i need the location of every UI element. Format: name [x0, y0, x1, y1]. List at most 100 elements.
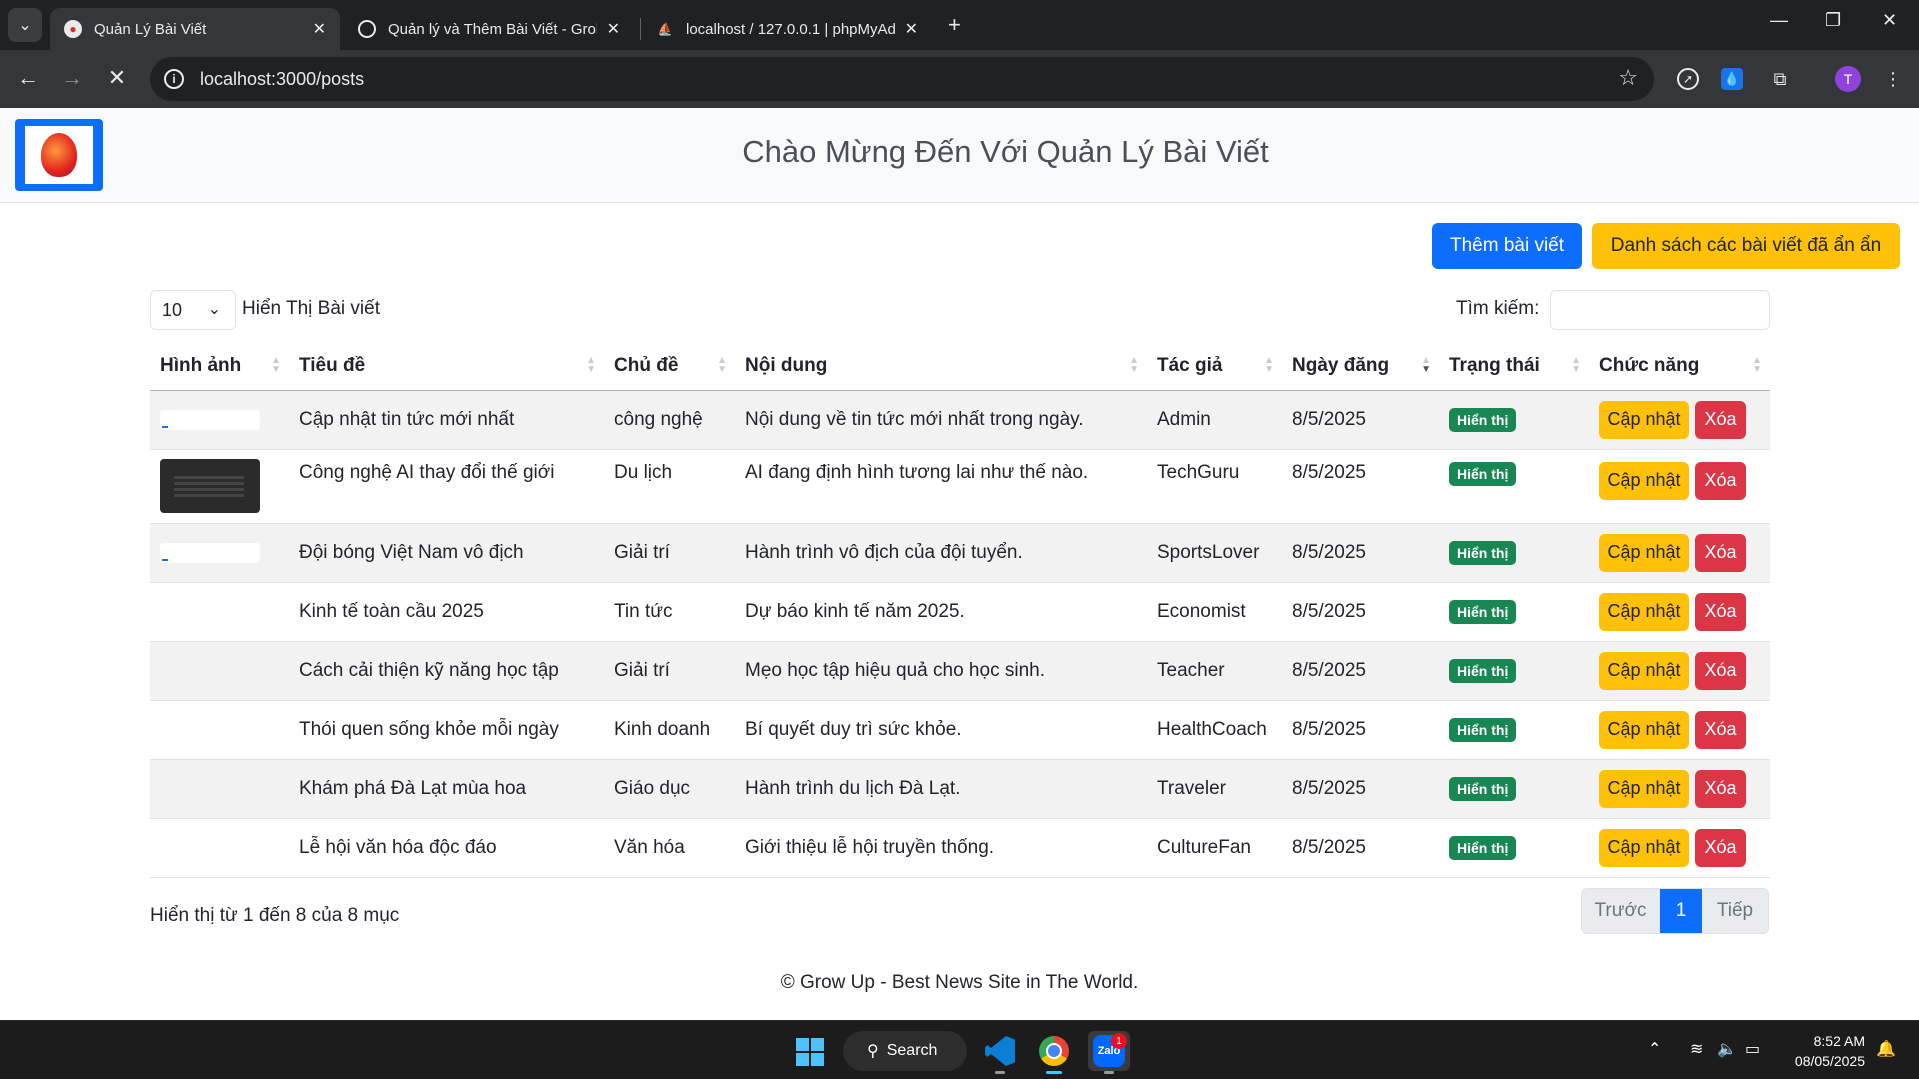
taskbar-search[interactable]: ⚲ Search	[843, 1031, 967, 1071]
close-tab-icon[interactable]: ✕	[905, 19, 918, 39]
update-post-button[interactable]: Cập nhật	[1599, 710, 1689, 749]
delete-post-button[interactable]: Xóa	[1695, 461, 1746, 500]
update-post-button[interactable]: Cập nhật	[1599, 533, 1689, 572]
tab-grok[interactable]: Quản lý và Thêm Bài Viết - Grok ✕	[344, 8, 634, 50]
topic-cell: Giáo dục	[604, 759, 735, 819]
search-label: Search	[886, 1042, 938, 1059]
add-post-button[interactable]: Thêm bài viết	[1432, 223, 1582, 269]
pagination: Trước 1 Tiếp	[1581, 888, 1769, 934]
column-header-status[interactable]: Trạng thái ▲ ▼	[1439, 342, 1589, 391]
forward-icon[interactable]: →	[58, 65, 86, 91]
close-tab-icon[interactable]: ✕	[313, 19, 326, 39]
post-thumbnail	[160, 542, 260, 563]
column-header-image[interactable]: Hình ảnh ▲ ▼	[150, 342, 289, 391]
next-page-button[interactable]: Tiếp	[1702, 889, 1768, 933]
url-text[interactable]: localhost:3000/posts	[200, 69, 364, 90]
notification-bell-icon[interactable]: 🔔	[1876, 1039, 1896, 1059]
page-1-button[interactable]: 1	[1660, 889, 1702, 933]
battery-icon[interactable]: ▭	[1745, 1039, 1760, 1059]
update-post-button[interactable]: Cập nhật	[1599, 651, 1689, 690]
status-cell: Hiển thị	[1439, 582, 1589, 642]
status-cell: Hiển thị	[1439, 641, 1589, 701]
stop-loading-icon[interactable]: ✕	[103, 65, 131, 91]
column-header-topic[interactable]: Chủ đề ▲ ▼	[604, 342, 735, 391]
compass-extension-icon[interactable]: ➚	[1677, 68, 1699, 90]
image-cell	[150, 390, 289, 450]
delete-post-button[interactable]: Xóa	[1695, 828, 1746, 867]
chrome-taskbar-button[interactable]	[1033, 1031, 1075, 1074]
title-cell: Công nghệ AI thay đổi thế giới	[289, 449, 604, 524]
date-cell: 8/5/2025	[1282, 390, 1439, 450]
delete-post-button[interactable]: Xóa	[1695, 592, 1746, 631]
post-thumbnail	[160, 459, 260, 513]
chrome-icon	[1039, 1036, 1069, 1066]
topic-cell: Giải trí	[604, 523, 735, 583]
profile-avatar[interactable]: T	[1835, 66, 1861, 92]
title-cell: Thói quen sống khỏe mỗi ngày	[289, 700, 604, 760]
restore-icon[interactable]: ❐	[1825, 10, 1841, 31]
close-window-icon[interactable]: ✕	[1882, 10, 1897, 31]
browser-menu-icon[interactable]: ⋮	[1880, 66, 1906, 92]
update-post-button[interactable]: Cập nhật	[1599, 769, 1689, 808]
wifi-icon[interactable]: ≋	[1690, 1039, 1703, 1059]
hidden-posts-button[interactable]: Danh sách các bài viết đã ẩn ẩn	[1592, 223, 1900, 269]
close-tab-icon[interactable]: ✕	[607, 19, 620, 39]
zalo-taskbar-button[interactable]: Zalo 1	[1088, 1031, 1130, 1074]
tab-posts[interactable]: ● Quản Lý Bài Viết ✕	[50, 8, 340, 50]
delete-post-button[interactable]: Xóa	[1695, 769, 1746, 808]
windows-start-icon[interactable]	[796, 1038, 824, 1066]
delete-post-button[interactable]: Xóa	[1695, 710, 1746, 749]
column-header-actions[interactable]: Chức năng ▲ ▼	[1589, 342, 1770, 391]
content-cell: AI đang định hình tương lai như thế nào.	[735, 449, 1147, 524]
browser-toolbar: ← → ✕ i localhost:3000/posts ☆ ➚ 💧 ⧉ T ⋮	[0, 50, 1919, 108]
volume-icon[interactable]: 🔈	[1717, 1039, 1737, 1059]
drop-extension-icon[interactable]: 💧	[1721, 68, 1743, 90]
author-cell: Teacher	[1147, 641, 1282, 701]
prev-page-button[interactable]: Trước	[1582, 889, 1660, 933]
column-header-author[interactable]: Tác giả ▲ ▼	[1147, 342, 1282, 391]
column-header-title[interactable]: Tiêu đề ▲ ▼	[289, 342, 604, 391]
topic-cell: Văn hóa	[604, 818, 735, 878]
image-cell	[150, 641, 289, 701]
posts-table: Hình ảnh ▲ ▼ Tiêu đề ▲ ▼ Chủ đề ▲ ▼ Nội dung ▲ ▼…	[150, 342, 1770, 878]
tray-chevron-up-icon[interactable]: ⌃	[1648, 1039, 1661, 1059]
delete-post-button[interactable]: Xóa	[1695, 651, 1746, 690]
status-cell: Hiển thị	[1439, 449, 1589, 524]
sort-icon: ▲ ▼	[1571, 355, 1581, 375]
column-header-date[interactable]: Ngày đăng ▲ ▼	[1282, 342, 1439, 391]
topic-cell: công nghệ	[604, 390, 735, 450]
taskbar-clock[interactable]: 8:52 AM 08/05/2025	[1785, 1031, 1865, 1071]
post-thumbnail	[160, 409, 260, 430]
sort-icon: ▲ ▼	[1752, 355, 1762, 375]
extensions-puzzle-icon[interactable]: ⧉	[1767, 66, 1793, 92]
tab-search-button[interactable]: ⌄	[8, 8, 42, 42]
new-tab-icon[interactable]: +	[948, 12, 961, 38]
column-header-content[interactable]: Nội dung ▲ ▼	[735, 342, 1147, 391]
update-post-button[interactable]: Cập nhật	[1599, 400, 1689, 439]
actions-cell: Cập nhật Xóa	[1589, 449, 1770, 524]
bookmark-star-icon[interactable]: ☆	[1618, 65, 1638, 91]
page-length-select[interactable]: 10 ⌄	[150, 290, 236, 330]
search-label: Tìm kiếm:	[1456, 298, 1540, 319]
table-row: Kinh tế toàn cầu 2025 Tin tức Dự báo kinh …	[150, 582, 1770, 642]
update-post-button[interactable]: Cập nhật	[1599, 828, 1689, 867]
status-badge: Hiển thị	[1449, 599, 1517, 624]
back-icon[interactable]: ←	[14, 65, 42, 91]
site-info-icon[interactable]: i	[164, 69, 184, 89]
clock-date: 08/05/2025	[1794, 1053, 1865, 1069]
minimize-icon[interactable]: —	[1770, 10, 1788, 31]
delete-post-button[interactable]: Xóa	[1695, 400, 1746, 439]
vscode-taskbar-button[interactable]	[979, 1031, 1021, 1074]
tab-phpmyadmin[interactable]: ⛵ localhost / 127.0.0.1 | phpMyAdmin ✕	[642, 8, 932, 50]
address-bar[interactable]: i localhost:3000/posts ☆	[150, 57, 1654, 101]
browser-tab-bar: ⌄ ● Quản Lý Bài Viết ✕ Quản lý và Thêm B…	[0, 0, 1919, 50]
column-label: Hình ảnh	[160, 354, 242, 376]
update-post-button[interactable]: Cập nhật	[1599, 592, 1689, 631]
search-input[interactable]	[1550, 290, 1770, 330]
date-cell: 8/5/2025	[1282, 523, 1439, 583]
delete-post-button[interactable]: Xóa	[1695, 533, 1746, 572]
sort-icon: ▲ ▼	[1264, 355, 1274, 375]
update-post-button[interactable]: Cập nhật	[1599, 461, 1689, 500]
author-cell: Economist	[1147, 582, 1282, 642]
author-cell: TechGuru	[1147, 449, 1282, 524]
